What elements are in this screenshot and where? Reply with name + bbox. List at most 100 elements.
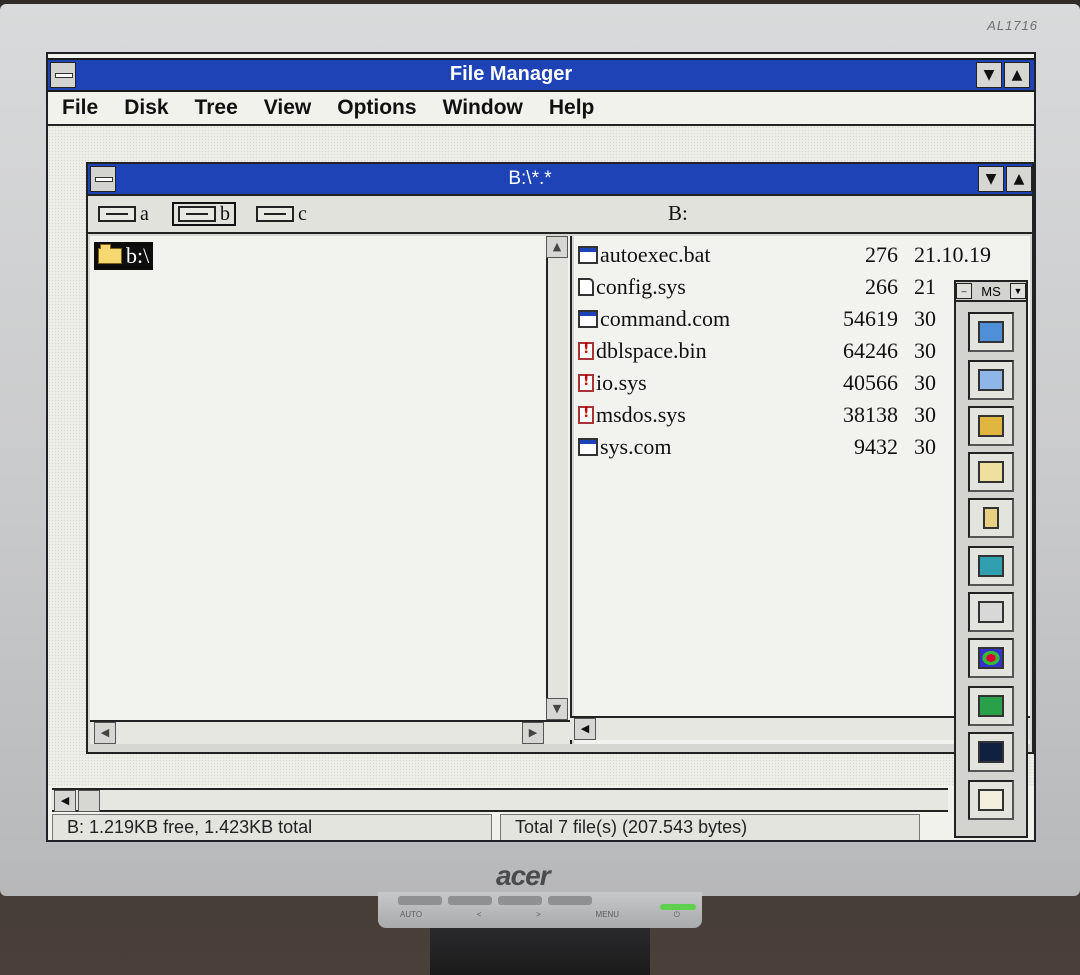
word-button[interactable] [968,360,1014,400]
tree-scroll-down-button[interactable]: ▼ [546,698,568,720]
file-size: 64246 [843,338,898,363]
calculator-button[interactable] [968,546,1014,586]
excel-button[interactable] [968,312,1014,352]
paint-button[interactable] [968,638,1014,678]
program-file-icon [578,246,598,264]
drive-window-maximize-button[interactable]: ▲ [1006,166,1032,192]
file-name: io.sys [596,370,647,395]
left-hw-button[interactable] [448,896,492,905]
file-name: dblspace.bin [596,338,707,363]
file-size: 38138 [843,402,898,427]
write-icon [978,695,1004,717]
right-hw-button[interactable] [498,896,542,905]
tree-root-node[interactable]: b:\ [94,242,154,270]
menu-disk[interactable]: Disk [110,92,180,124]
document-file-icon [578,278,594,296]
mail-button[interactable] [968,452,1014,492]
excel-icon [978,321,1004,343]
app-titlebar[interactable]: File Manager ▼ ▲ [48,58,1034,92]
drive-b[interactable]: b [172,202,236,226]
control-panel-button[interactable] [968,592,1014,632]
ms-toolbar-system-menu[interactable]: – [956,283,972,299]
ms-toolbar-dropdown[interactable]: ▼ [1010,283,1026,299]
menu-options[interactable]: Options [323,92,428,124]
word-icon [978,369,1004,391]
keys-button[interactable] [968,406,1014,446]
drive-a-label: a [140,202,149,225]
main-scroll-left-button[interactable]: ◀ [54,790,76,812]
keys-icon [978,415,1004,437]
menu-help-label: Help [548,96,595,119]
paint-icon [978,647,1004,669]
maximize-button[interactable]: ▲ [1004,62,1030,88]
monitor-hardware-buttons [398,896,592,905]
system-file-icon [578,405,594,424]
monitor-brand-logo: acer [496,860,551,891]
file-size: 276 [865,242,898,267]
menu-options-label: Options [337,96,417,119]
hw-label-left: < [476,910,482,919]
tree-scroll-right-button[interactable]: ▶ [522,722,544,744]
tree-scroll-left-button[interactable]: ◀ [94,722,116,744]
file-name: msdos.sys [596,402,686,427]
status-file-total: Total 7 file(s) (207.543 bytes) [500,814,920,840]
directory-tree-pane[interactable]: b:\ ▲ ▼ ◀ ▶ [90,236,572,744]
monitor-model-label: AL1716 [987,18,1038,33]
current-drive-label: B: [668,201,688,225]
file-name: command.com [600,306,731,331]
hw-label-menu: MENU [595,910,619,919]
calculator-icon [978,555,1004,577]
notes-button[interactable] [968,780,1014,820]
floppy-drive-icon [98,206,136,222]
file-name: config.sys [596,274,686,299]
power-led [660,904,696,910]
monitor-stand [430,928,650,975]
menu-view-label: View [263,96,312,119]
hw-label-right: > [536,910,541,919]
open-folder-icon [98,244,122,264]
menu-tree[interactable]: Tree [181,92,250,124]
file-size: 9432 [854,434,898,459]
drive-c[interactable]: c [252,202,311,226]
program-file-icon [578,310,598,328]
menu-help[interactable]: Help [535,92,607,124]
write-button[interactable] [968,686,1014,726]
drive-a[interactable]: a [94,202,153,226]
mdi-workspace: B:\*.* ▼ ▲ a b c B: b:\ ▲ ▼ ◀ ▶ autoexec… [48,126,1034,786]
main-horizontal-scrollbar[interactable]: ◀ [52,788,948,812]
drive-window-titlebar[interactable]: B:\*.* ▼ ▲ [88,164,1032,196]
power-icon[interactable]: ⏻ [674,910,680,920]
system-file-icon [578,341,594,360]
minimize-button[interactable]: ▼ [976,62,1002,88]
cabinet-icon [983,507,999,529]
app-title: File Manager [449,63,573,85]
tree-horizontal-scrollbar[interactable]: ◀ ▶ [90,720,570,744]
program-file-icon [578,438,598,456]
menu-file-label: File [62,96,99,119]
ms-toolbar-titlebar[interactable]: – MS ▼ [956,282,1026,302]
status-disk-free: B: 1.219KB free, 1.423KB total [52,814,492,840]
file-scroll-left-button[interactable]: ◀ [574,718,596,740]
drive-window-title: B:\*.* [508,168,552,189]
main-scroll-thumb[interactable] [78,790,100,812]
menu-tree-label: Tree [194,96,238,119]
hw-button-labels: AUTO < > MENU ⏻ [400,910,680,920]
control-panel-icon [978,601,1004,623]
cabinet-button[interactable] [968,498,1014,538]
file-size: 40566 [843,370,898,395]
screen: File Manager ▼ ▲ File Disk Tree View Opt… [46,52,1036,842]
file-name: autoexec.bat [600,242,711,267]
file-row[interactable]: autoexec.bat 276 21.10.19 [578,240,1024,270]
auto-hw-button[interactable] [398,896,442,905]
menu-view[interactable]: View [250,92,323,124]
tree-root-label: b:\ [126,243,150,268]
menu-window[interactable]: Window [429,92,535,124]
tree-scroll-up-button[interactable]: ▲ [546,236,568,258]
screensaver-button[interactable] [968,732,1014,772]
drive-window-minimize-button[interactable]: ▼ [978,166,1004,192]
menu-hw-button[interactable] [548,896,592,905]
drive-window: B:\*.* ▼ ▲ a b c B: b:\ ▲ ▼ ◀ ▶ autoexec… [86,162,1034,754]
menu-file[interactable]: File [48,92,110,124]
floppy-drive-icon [178,206,216,222]
tree-vertical-scrollbar[interactable]: ▲ ▼ [546,236,568,720]
